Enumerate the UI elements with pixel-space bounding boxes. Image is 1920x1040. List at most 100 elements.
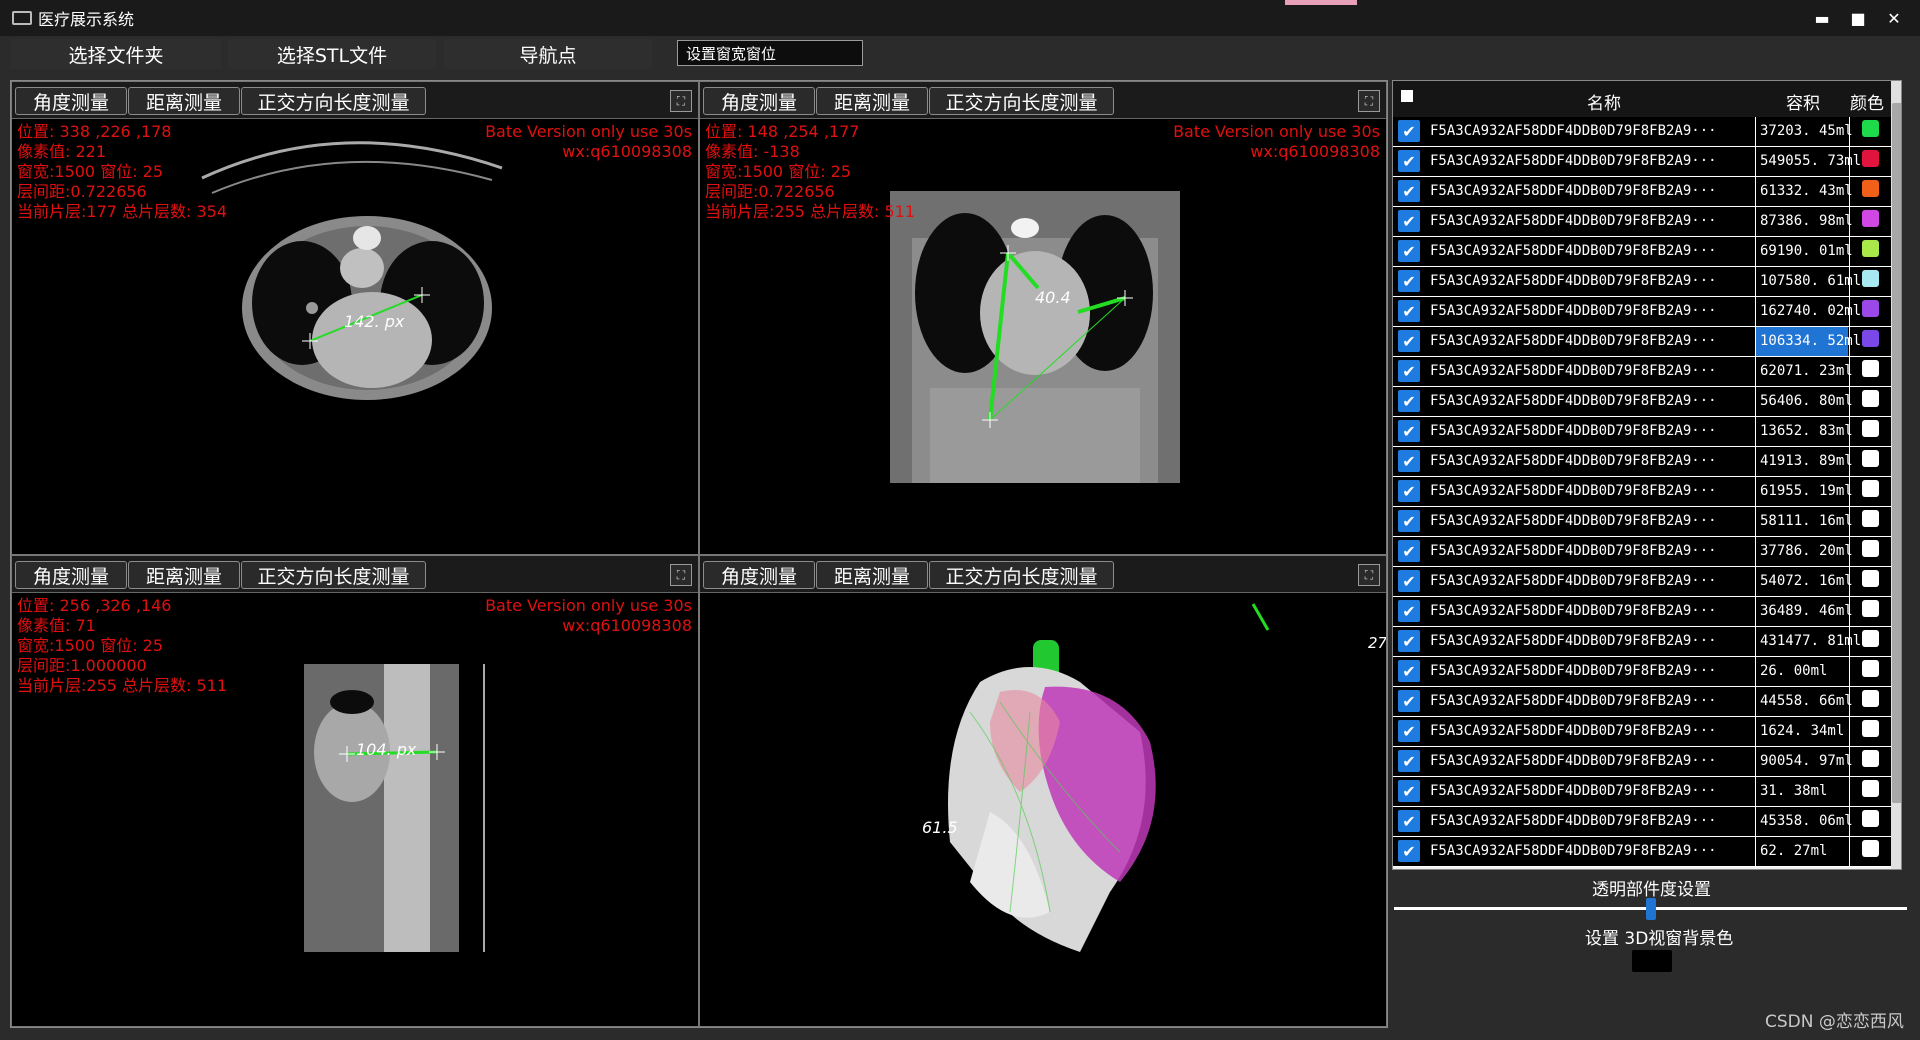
distance-measure-button[interactable]: 距离测量 — [816, 87, 928, 115]
table-row[interactable]: ✔ F5A3CA932AF58DDF4DDB0D79F8FB2A9··· 54905… — [1393, 147, 1901, 177]
model-color-swatch[interactable] — [1862, 660, 1879, 677]
angle-measure-button[interactable]: 角度测量 — [15, 561, 127, 589]
visibility-checkbox[interactable]: ✔ — [1398, 510, 1420, 532]
model-color-swatch[interactable] — [1862, 810, 1879, 827]
table-row[interactable]: ✔ F5A3CA932AF58DDF4DDB0D79F8FB2A9··· 58111… — [1393, 507, 1901, 537]
model-color-swatch[interactable] — [1862, 510, 1879, 527]
table-row[interactable]: ✔ F5A3CA932AF58DDF4DDB0D79F8FB2A9··· 43147… — [1393, 627, 1901, 657]
table-row[interactable]: ✔ F5A3CA932AF58DDF4DDB0D79F8FB2A9··· 41913… — [1393, 447, 1901, 477]
viewport-3d[interactable]: 角度测量 距离测量 正交方向长度测量 ⛶ 61.5 27 — [699, 555, 1387, 1027]
visibility-checkbox[interactable]: ✔ — [1398, 270, 1420, 292]
transparency-slider-thumb[interactable] — [1645, 898, 1656, 920]
model-color-swatch[interactable] — [1862, 600, 1879, 617]
table-row[interactable]: ✔ F5A3CA932AF58DDF4DDB0D79F8FB2A9··· 54072… — [1393, 567, 1901, 597]
maximize-viewport-icon[interactable]: ⛶ — [1358, 90, 1380, 112]
visibility-checkbox[interactable]: ✔ — [1398, 240, 1420, 262]
visibility-checkbox[interactable]: ✔ — [1398, 210, 1420, 232]
visibility-checkbox[interactable]: ✔ — [1398, 420, 1420, 442]
table-row[interactable]: ✔ F5A3CA932AF58DDF4DDB0D79F8FB2A9··· 45358… — [1393, 807, 1901, 837]
ortho-measure-button[interactable]: 正交方向长度测量 — [241, 87, 426, 115]
model-color-swatch[interactable] — [1862, 780, 1879, 797]
model-color-swatch[interactable] — [1862, 630, 1879, 647]
select-all-checkbox[interactable] — [1401, 90, 1413, 102]
model-color-swatch[interactable] — [1862, 120, 1879, 137]
visibility-checkbox[interactable]: ✔ — [1398, 480, 1420, 502]
ortho-measure-button[interactable]: 正交方向长度测量 — [241, 561, 426, 589]
ortho-measure-button[interactable]: 正交方向长度测量 — [929, 87, 1114, 115]
visibility-checkbox[interactable]: ✔ — [1398, 570, 1420, 592]
visibility-checkbox[interactable]: ✔ — [1398, 300, 1420, 322]
distance-measure-button[interactable]: 距离测量 — [816, 561, 928, 589]
table-row[interactable]: ✔ F5A3CA932AF58DDF4DDB0D79F8FB2A9··· 62071… — [1393, 357, 1901, 387]
model-color-swatch[interactable] — [1862, 420, 1879, 437]
model-color-swatch[interactable] — [1862, 180, 1879, 197]
select-folder-button[interactable]: 选择文件夹 — [10, 39, 222, 69]
table-row[interactable]: ✔ F5A3CA932AF58DDF4DDB0D79F8FB2A9··· 31. 3… — [1393, 777, 1901, 807]
model-color-swatch[interactable] — [1862, 690, 1879, 707]
visibility-checkbox[interactable]: ✔ — [1398, 660, 1420, 682]
table-row[interactable]: ✔ F5A3CA932AF58DDF4DDB0D79F8FB2A9··· 1624.… — [1393, 717, 1901, 747]
table-row[interactable]: ✔ F5A3CA932AF58DDF4DDB0D79F8FB2A9··· 61332… — [1393, 177, 1901, 207]
maximize-viewport-icon[interactable]: ⛶ — [670, 564, 692, 586]
model-color-swatch[interactable] — [1862, 300, 1879, 317]
nav-points-button[interactable]: 导航点 — [444, 39, 652, 69]
model-color-swatch[interactable] — [1862, 150, 1879, 167]
table-row[interactable]: ✔ F5A3CA932AF58DDF4DDB0D79F8FB2A9··· 37203… — [1393, 117, 1901, 147]
model-color-swatch[interactable] — [1862, 480, 1879, 497]
table-row[interactable]: ✔ F5A3CA932AF58DDF4DDB0D79F8FB2A9··· 37786… — [1393, 537, 1901, 567]
table-row[interactable]: ✔ F5A3CA932AF58DDF4DDB0D79F8FB2A9··· 87386… — [1393, 207, 1901, 237]
visibility-checkbox[interactable]: ✔ — [1398, 780, 1420, 802]
angle-measure-button[interactable]: 角度测量 — [703, 87, 815, 115]
model-color-swatch[interactable] — [1862, 570, 1879, 587]
viewport-coronal[interactable]: 角度测量 距离测量 正交方向长度测量 ⛶ 位置: 148 ,254 ,177 像… — [699, 81, 1387, 555]
visibility-checkbox[interactable]: ✔ — [1398, 750, 1420, 772]
visibility-checkbox[interactable]: ✔ — [1398, 540, 1420, 562]
table-row[interactable]: ✔ F5A3CA932AF58DDF4DDB0D79F8FB2A9··· 10758… — [1393, 267, 1901, 297]
maximize-viewport-icon[interactable]: ⛶ — [1358, 564, 1380, 586]
visibility-checkbox[interactable]: ✔ — [1398, 630, 1420, 652]
table-scrollbar-thumb[interactable] — [1892, 103, 1901, 803]
distance-measure-button[interactable]: 距离测量 — [128, 87, 240, 115]
ortho-measure-button[interactable]: 正交方向长度测量 — [929, 561, 1114, 589]
table-row[interactable]: ✔ F5A3CA932AF58DDF4DDB0D79F8FB2A9··· 13652… — [1393, 417, 1901, 447]
window-level-input[interactable] — [677, 40, 863, 66]
model-color-swatch[interactable] — [1862, 270, 1879, 287]
bg-color-swatch[interactable] — [1632, 950, 1672, 972]
model-color-swatch[interactable] — [1862, 360, 1879, 377]
model-color-swatch[interactable] — [1862, 840, 1879, 857]
model-color-swatch[interactable] — [1862, 210, 1879, 227]
visibility-checkbox[interactable]: ✔ — [1398, 810, 1420, 832]
maximize-button[interactable]: ■ — [1842, 6, 1874, 30]
table-row[interactable]: ✔ F5A3CA932AF58DDF4DDB0D79F8FB2A9··· 56406… — [1393, 387, 1901, 417]
select-stl-button[interactable]: 选择STL文件 — [228, 39, 436, 69]
viewport-sagittal[interactable]: 角度测量 距离测量 正交方向长度测量 ⛶ 位置: 256 ,326 ,146 像… — [11, 555, 699, 1027]
model-color-swatch[interactable] — [1862, 330, 1879, 347]
visibility-checkbox[interactable]: ✔ — [1398, 360, 1420, 382]
table-row[interactable]: ✔ F5A3CA932AF58DDF4DDB0D79F8FB2A9··· 10633… — [1393, 327, 1901, 357]
model-color-swatch[interactable] — [1862, 540, 1879, 557]
model-color-swatch[interactable] — [1862, 450, 1879, 467]
table-row[interactable]: ✔ F5A3CA932AF58DDF4DDB0D79F8FB2A9··· 62. 2… — [1393, 837, 1901, 867]
minimize-button[interactable]: ▬ — [1806, 6, 1838, 30]
visibility-checkbox[interactable]: ✔ — [1398, 600, 1420, 622]
model-color-swatch[interactable] — [1862, 750, 1879, 767]
visibility-checkbox[interactable]: ✔ — [1398, 150, 1420, 172]
viewport-axial[interactable]: 角度测量 距离测量 正交方向长度测量 ⛶ 位置: 338 ,226 ,178 像… — [11, 81, 699, 555]
visibility-checkbox[interactable]: ✔ — [1398, 180, 1420, 202]
visibility-checkbox[interactable]: ✔ — [1398, 450, 1420, 472]
visibility-checkbox[interactable]: ✔ — [1398, 840, 1420, 862]
table-row[interactable]: ✔ F5A3CA932AF58DDF4DDB0D79F8FB2A9··· 36489… — [1393, 597, 1901, 627]
table-row[interactable]: ✔ F5A3CA932AF58DDF4DDB0D79F8FB2A9··· 16274… — [1393, 297, 1901, 327]
close-button[interactable]: ✕ — [1878, 6, 1910, 30]
angle-measure-button[interactable]: 角度测量 — [703, 561, 815, 589]
table-row[interactable]: ✔ F5A3CA932AF58DDF4DDB0D79F8FB2A9··· 69190… — [1393, 237, 1901, 267]
visibility-checkbox[interactable]: ✔ — [1398, 330, 1420, 352]
table-row[interactable]: ✔ F5A3CA932AF58DDF4DDB0D79F8FB2A9··· 61955… — [1393, 477, 1901, 507]
table-row[interactable]: ✔ F5A3CA932AF58DDF4DDB0D79F8FB2A9··· 44558… — [1393, 687, 1901, 717]
visibility-checkbox[interactable]: ✔ — [1398, 690, 1420, 712]
visibility-checkbox[interactable]: ✔ — [1398, 390, 1420, 412]
visibility-checkbox[interactable]: ✔ — [1398, 720, 1420, 742]
visibility-checkbox[interactable]: ✔ — [1398, 120, 1420, 142]
angle-measure-button[interactable]: 角度测量 — [15, 87, 127, 115]
table-row[interactable]: ✔ F5A3CA932AF58DDF4DDB0D79F8FB2A9··· 90054… — [1393, 747, 1901, 777]
